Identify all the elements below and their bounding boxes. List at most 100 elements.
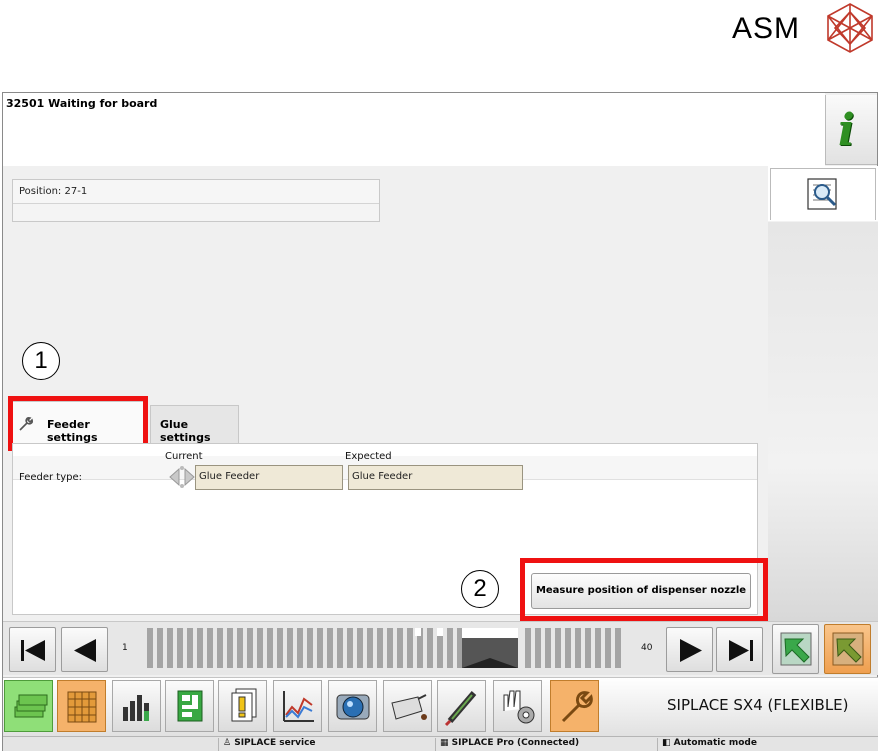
transfer-arrows-icon — [169, 466, 195, 488]
status-pro: ▦ SIPLACE Pro (Connected) — [435, 738, 657, 751]
bar-chart-icon — [123, 695, 149, 721]
slider-marker — [415, 628, 421, 636]
status-pro-text: SIPLACE Pro (Connected) — [451, 738, 580, 748]
position-text: Position: 27-1 — [19, 186, 88, 197]
slider-tick — [357, 628, 363, 668]
machine-name: SIPLACE SX4 (FLEXIBLE) — [667, 696, 849, 714]
warning-documents-icon — [231, 688, 257, 722]
position-slider[interactable] — [145, 628, 628, 668]
status-mode: ◧ Automatic mode — [657, 738, 878, 751]
slider-tick — [297, 628, 303, 668]
slider-tick — [615, 628, 621, 668]
slider-tick — [317, 628, 323, 668]
taskbar-money-button[interactable] — [4, 680, 53, 732]
slider-tick — [397, 628, 403, 668]
expected-header: Expected — [345, 451, 392, 462]
taskbar-alerts-button[interactable] — [218, 680, 267, 732]
dispenser-icon — [391, 694, 427, 720]
slider-tick — [605, 628, 611, 668]
user-icon: ♙ — [223, 738, 232, 748]
slider-marker — [437, 628, 443, 636]
slider-tick — [427, 628, 433, 668]
measure-dispenser-nozzle-button[interactable]: Measure position of dispenser nozzle — [531, 573, 751, 609]
current-header: Current — [165, 451, 203, 462]
slider-tick — [177, 628, 183, 668]
taskbar-statistics-button[interactable] — [112, 680, 161, 732]
taskbar-grid-button[interactable] — [57, 680, 106, 732]
hand-gear-icon — [503, 690, 535, 724]
callout-2: 2 — [461, 570, 499, 608]
magnifier-document-icon — [807, 178, 837, 210]
slider-tick — [565, 628, 571, 668]
feeder-type-label: Feeder type: — [19, 472, 83, 483]
slider-tick — [367, 628, 373, 668]
slider-tick — [447, 628, 453, 668]
slider-tick — [307, 628, 313, 668]
server-icon: ▦ — [440, 738, 449, 748]
asm-logo-icon — [827, 3, 873, 53]
previous-button[interactable] — [61, 627, 108, 672]
slider-tick — [545, 628, 551, 668]
skip-last-icon — [729, 640, 753, 661]
info-icon: i — [838, 105, 855, 156]
green-arrow-icon — [780, 632, 812, 666]
slider-tick — [147, 628, 153, 668]
taskbar-manual-button[interactable] — [493, 680, 542, 732]
taskbar-feeder-button[interactable] — [383, 680, 432, 732]
current-feeder-type-field: Glue Feeder — [195, 465, 343, 490]
slider-tick — [555, 628, 561, 668]
slider-tick — [247, 628, 253, 668]
right-sidebar — [768, 166, 878, 621]
wrench-icon — [561, 691, 593, 723]
slider-tick — [267, 628, 273, 668]
slider-tick — [535, 628, 541, 668]
circuit-board-icon — [177, 690, 203, 722]
tab-glue-settings[interactable]: Glue settings — [150, 405, 239, 445]
brand-name: ASM — [732, 12, 801, 45]
taskbar-board-button[interactable] — [165, 680, 214, 732]
next-button[interactable] — [666, 627, 713, 672]
grid-board-icon — [67, 691, 97, 723]
info-button[interactable]: i — [825, 95, 877, 165]
slider-tick — [377, 628, 383, 668]
skip-first-icon — [21, 640, 45, 661]
arrow-button-orange[interactable] — [824, 624, 871, 674]
taskbar-trend-button[interactable] — [273, 680, 322, 732]
slider-tick — [575, 628, 581, 668]
banknotes-icon — [14, 694, 48, 718]
next-icon — [680, 639, 702, 662]
taskbar-service-button[interactable] — [550, 680, 599, 732]
slider-thumb-top — [462, 628, 518, 638]
slider-tick — [347, 628, 353, 668]
slider-tick — [197, 628, 203, 668]
slider-tick — [585, 628, 591, 668]
slider-tick — [207, 628, 213, 668]
taskbar-camera-button[interactable] — [328, 680, 377, 732]
slider-tick — [277, 628, 283, 668]
line-chart-icon — [283, 691, 314, 722]
camera-lens-icon — [336, 694, 370, 720]
green-arrow-icon — [832, 632, 864, 666]
status-service-text: SIPLACE service — [234, 738, 316, 748]
previous-icon — [74, 639, 96, 662]
slider-tick — [327, 628, 333, 668]
status-mode-text: Automatic mode — [673, 738, 757, 748]
slider-tick — [167, 628, 173, 668]
nozzle-tool-icon — [444, 691, 477, 727]
last-button[interactable] — [716, 627, 763, 672]
expected-feeder-type-field: Glue Feeder — [348, 465, 523, 490]
slider-tick — [257, 628, 263, 668]
mode-icon: ◧ — [662, 738, 671, 748]
slider-tick — [237, 628, 243, 668]
callout-1: 1 — [22, 342, 60, 380]
slider-tick — [595, 628, 601, 668]
first-button[interactable] — [9, 627, 56, 672]
search-view-tab[interactable] — [770, 168, 876, 220]
slider-tick — [287, 628, 293, 668]
arrow-button-green[interactable] — [772, 624, 819, 674]
range-start-label: 1 — [122, 643, 128, 653]
slider-tick — [157, 628, 163, 668]
taskbar-nozzle-button[interactable] — [437, 680, 486, 732]
slider-tick — [187, 628, 193, 668]
message-text: 32501 Waiting for board — [6, 97, 158, 110]
